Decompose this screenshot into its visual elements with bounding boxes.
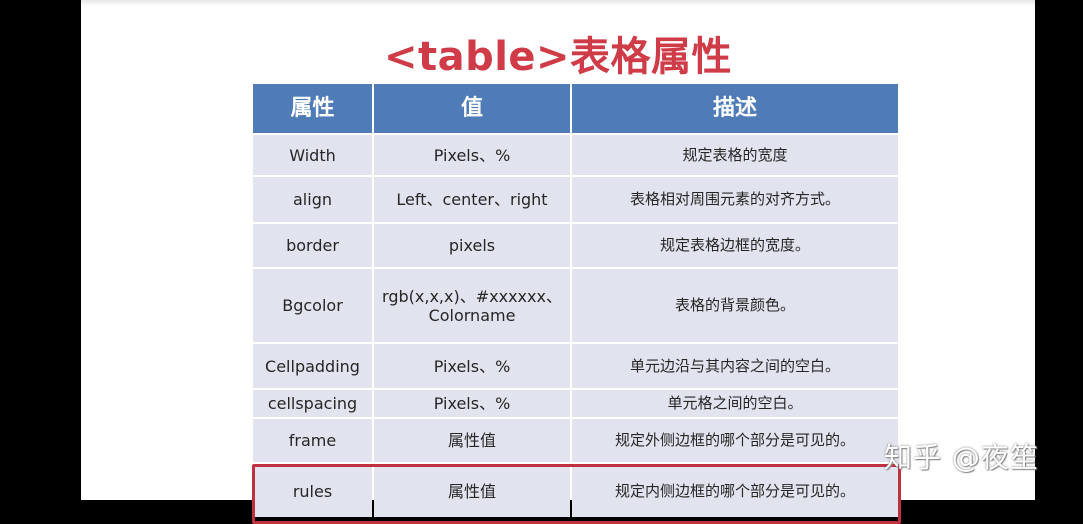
cell-description: 单元格之间的空白。: [572, 390, 898, 417]
cell-value: Pixels、%: [374, 390, 570, 417]
table-row: align Left、center、right 表格相对周围元素的对齐方式。: [253, 177, 898, 222]
top-shadow: [81, 0, 1035, 6]
table-row: border pixels 规定表格边框的宽度。: [253, 224, 898, 267]
cell-attribute: Width: [253, 135, 372, 175]
cell-value: pixels: [374, 224, 570, 267]
table-row: Width Pixels、% 规定表格的宽度: [253, 135, 898, 175]
cell-description: 单元边沿与其内容之间的空白。: [572, 344, 898, 388]
cell-value: 属性值: [374, 419, 570, 462]
cell-attribute: frame: [253, 419, 372, 462]
cell-description: 规定表格的宽度: [572, 135, 898, 175]
slide: <table>表格属性 属性 值 描述 Width Pixels、% 规定表格的…: [81, 0, 1035, 524]
table-row: Cellpadding Pixels、% 单元边沿与其内容之间的空白。: [253, 344, 898, 388]
cell-attribute: border: [253, 224, 372, 267]
table-row: cellspacing Pixels、% 单元格之间的空白。: [253, 390, 898, 417]
table-header-row: 属性 值 描述: [253, 84, 898, 133]
cell-description: 规定外侧边框的哪个部分是可见的。: [572, 419, 898, 462]
cell-attribute: cellspacing: [253, 390, 372, 417]
cell-value-line: rgb(x,x,x)、#xxxxxx、: [382, 286, 562, 306]
cell-value: rgb(x,x,x)、#xxxxxx、 Colorname: [374, 269, 570, 342]
table-row: frame 属性值 规定外侧边框的哪个部分是可见的。: [253, 419, 898, 462]
header-value: 值: [374, 84, 570, 133]
highlight-box: [252, 464, 901, 524]
header-attribute: 属性: [253, 84, 372, 133]
cell-value: Pixels、%: [374, 135, 570, 175]
cell-attribute: align: [253, 177, 372, 222]
watermark: 知乎 @夜笙: [884, 441, 1039, 474]
cell-attribute: Bgcolor: [253, 269, 372, 342]
slide-title: <table>表格属性: [383, 34, 733, 80]
cell-value: Pixels、%: [374, 344, 570, 388]
cell-value: Left、center、right: [374, 177, 570, 222]
cell-description: 表格的背景颜色。: [572, 269, 898, 342]
cell-attribute: Cellpadding: [253, 344, 372, 388]
cell-description: 表格相对周围元素的对齐方式。: [572, 177, 898, 222]
header-description: 描述: [572, 84, 898, 133]
table-row: Bgcolor rgb(x,x,x)、#xxxxxx、 Colorname 表格…: [253, 269, 898, 342]
cell-value-line: Colorname: [428, 305, 516, 325]
cell-description: 规定表格边框的宽度。: [572, 224, 898, 267]
